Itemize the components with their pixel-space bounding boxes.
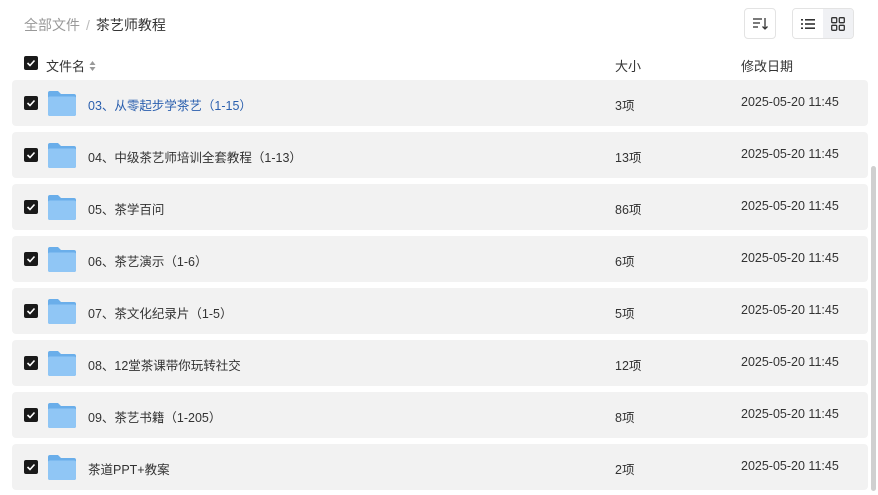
column-header-name[interactable]: 文件名 [46,56,96,75]
row-checkbox[interactable] [24,408,38,422]
breadcrumb-root-link[interactable]: 全部文件 [24,15,80,35]
table-header: 文件名 大小 修改日期 [12,52,868,76]
row-checkbox[interactable] [24,148,38,162]
file-modified-date: 2025-05-20 11:45 [741,251,839,265]
sort-arrows-icon [89,60,96,71]
file-size: 2项 [615,463,635,477]
view-toggle-group [792,8,854,39]
file-modified-date: 2025-05-20 11:45 [741,407,839,421]
row-checkbox[interactable] [24,200,38,214]
list-view-button[interactable] [793,9,823,38]
table-row[interactable]: 04、中级茶艺师培训全套教程（1-13） 13项 2025-05-20 11:4… [12,132,868,178]
folder-icon [48,143,76,168]
row-checkbox[interactable] [24,96,38,110]
check-icon [26,411,36,419]
breadcrumb-separator: / [86,17,90,33]
breadcrumb-current: 茶艺师教程 [95,17,166,33]
file-modified-date: 2025-05-20 11:45 [741,199,839,213]
scrollbar[interactable] [871,166,876,491]
file-modified-date: 2025-05-20 11:45 [741,303,839,317]
table-row[interactable]: 06、茶艺演示（1-6） 6项 2025-05-20 11:45 [12,236,868,282]
grid-view-icon [831,16,845,31]
folder-icon [48,351,76,376]
sort-button[interactable] [744,8,776,39]
file-name[interactable]: 06、茶艺演示（1-6） [88,251,207,270]
file-name[interactable]: 05、茶学百问 [88,199,164,218]
file-size: 13项 [615,151,642,165]
column-header-name-label: 文件名 [46,59,86,74]
check-icon [26,151,36,159]
file-modified-date: 2025-05-20 11:45 [741,459,839,473]
sort-icon [753,17,768,30]
file-size: 6项 [615,255,635,269]
file-size: 8项 [615,411,635,425]
grid-view-button[interactable] [823,9,853,38]
row-checkbox[interactable] [24,356,38,370]
row-checkbox[interactable] [24,252,38,266]
table-row[interactable]: 茶道PPT+教案 2项 2025-05-20 11:45 [12,444,868,490]
column-header-modified[interactable]: 修改日期 [741,56,793,75]
table-row[interactable]: 03、从零起步学茶艺（1-15） 3项 2025-05-20 11:45 [12,80,868,126]
check-icon [26,203,36,211]
folder-icon [48,455,76,480]
list-view-icon [801,18,815,29]
file-size: 3项 [615,99,635,113]
check-icon [26,359,36,367]
file-modified-date: 2025-05-20 11:45 [741,95,839,109]
select-all-checkbox[interactable] [24,56,38,70]
table-row[interactable]: 09、茶艺书籍（1-205） 8项 2025-05-20 11:45 [12,392,868,438]
row-checkbox[interactable] [24,460,38,474]
file-name[interactable]: 茶道PPT+教案 [88,459,170,478]
table-row[interactable]: 07、茶文化纪录片（1-5） 5项 2025-05-20 11:45 [12,288,868,334]
file-name[interactable]: 08、12堂茶课带你玩转社交 [88,355,241,374]
breadcrumb: 全部文件 / 茶艺师教程 [24,15,166,35]
check-icon [26,463,36,471]
check-icon [26,307,36,315]
check-icon [26,59,36,67]
file-name[interactable]: 04、中级茶艺师培训全套教程（1-13） [88,147,302,166]
file-modified-date: 2025-05-20 11:45 [741,355,839,369]
file-name[interactable]: 03、从零起步学茶艺（1-15） [88,95,252,114]
row-checkbox[interactable] [24,304,38,318]
folder-icon [48,195,76,220]
file-size: 5项 [615,307,635,321]
file-size: 12项 [615,359,642,373]
file-size: 86项 [615,203,642,217]
table-row[interactable]: 08、12堂茶课带你玩转社交 12项 2025-05-20 11:45 [12,340,868,386]
file-name[interactable]: 07、茶文化纪录片（1-5） [88,303,232,322]
file-name[interactable]: 09、茶艺书籍（1-205） [88,407,221,426]
folder-icon [48,247,76,272]
top-bar: 全部文件 / 茶艺师教程 [0,0,878,48]
column-header-size[interactable]: 大小 [615,56,641,75]
table-row[interactable]: 05、茶学百问 86项 2025-05-20 11:45 [12,184,868,230]
folder-icon [48,299,76,324]
check-icon [26,99,36,107]
folder-icon [48,91,76,116]
check-icon [26,255,36,263]
file-modified-date: 2025-05-20 11:45 [741,147,839,161]
folder-icon [48,403,76,428]
